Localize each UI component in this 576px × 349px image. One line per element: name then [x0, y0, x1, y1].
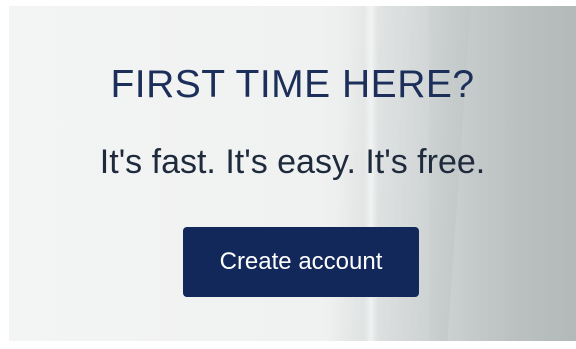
promo-heading: FIRST TIME HERE?	[110, 63, 475, 106]
promo-tagline: It's fast. It's easy. It's free.	[99, 143, 486, 181]
signup-promo-card: FIRST TIME HERE? It's fast. It's easy. I…	[9, 6, 576, 341]
page-frame: FIRST TIME HERE? It's fast. It's easy. I…	[0, 0, 576, 349]
create-account-button[interactable]: Create account	[183, 227, 419, 297]
